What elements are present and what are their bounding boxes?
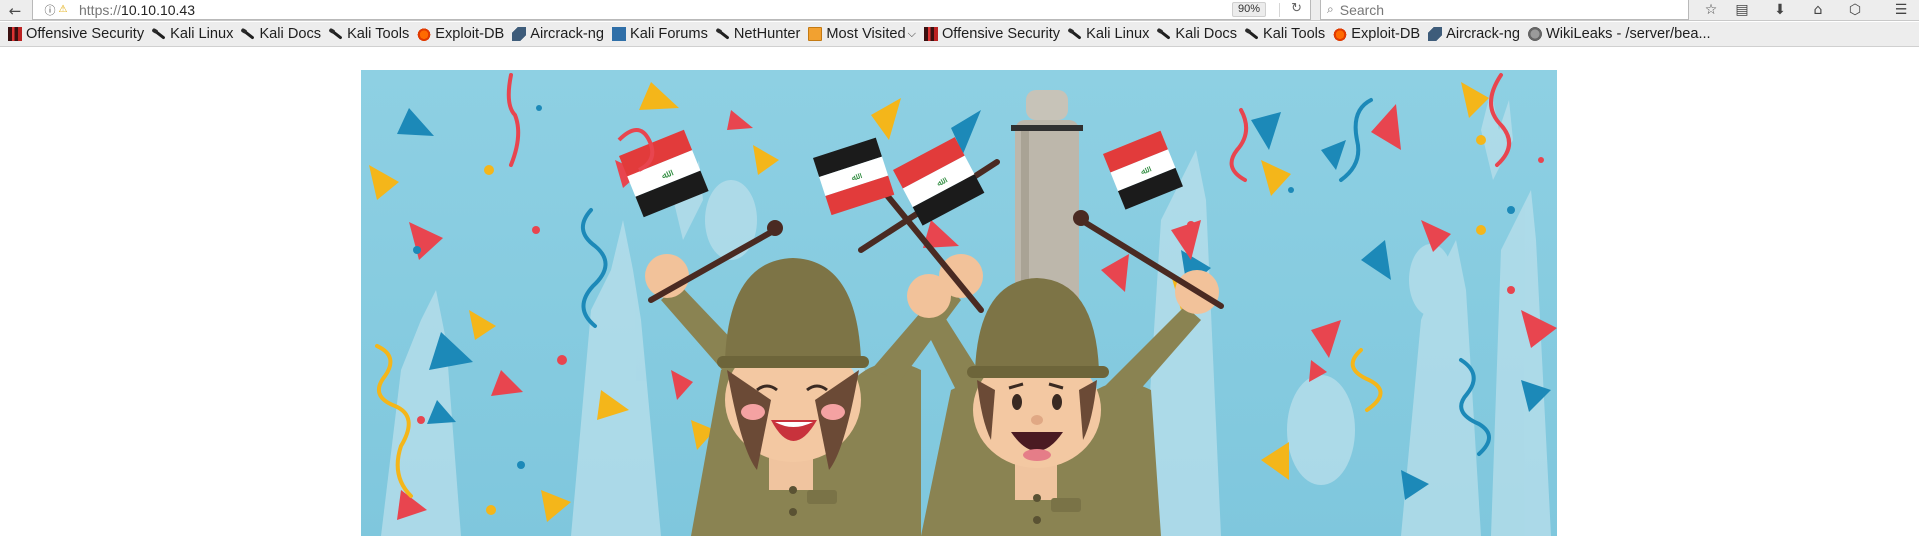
kali-dragon-icon	[1245, 27, 1259, 41]
navigation-toolbar: ← ⓘ ⚠ https://10.10.10.43 90% ↻ ⌕ ☆ ▤ ⬇ …	[0, 0, 1919, 21]
bookmark-kali-docs[interactable]: Kali Docs	[239, 23, 323, 45]
bookmark-aircrack-ng[interactable]: Aircrack-ng	[510, 23, 606, 45]
chevron-down-icon: ⌵	[907, 27, 916, 40]
bookmark-aircrack-ng[interactable]: Aircrack-ng	[1426, 23, 1522, 45]
bookmark-exploit-db[interactable]: Exploit-DB	[1331, 23, 1422, 45]
bookmark-kali-forums[interactable]: Kali Forums	[610, 23, 710, 45]
kali-dragon-icon	[152, 27, 166, 41]
bookmark-label: Exploit-DB	[1351, 26, 1421, 42]
bookmark-label: Kali Linux	[1086, 26, 1150, 42]
bookmark-folder-most-visited[interactable]: Most Visited ⌵	[806, 23, 918, 45]
url-scheme: https://	[79, 1, 122, 18]
back-arrow-icon: ←	[8, 1, 22, 20]
search-bar[interactable]: ⌕	[1320, 0, 1689, 20]
bookmark-label: Kali Docs	[259, 26, 322, 42]
bookmark-label: Kali Docs	[1175, 26, 1238, 42]
folder-icon	[808, 27, 823, 41]
bookmark-label: Offensive Security	[26, 26, 145, 42]
bookmark-label: NetHunter	[733, 26, 801, 42]
info-icon: ⓘ	[44, 3, 56, 17]
search-icon: ⌕	[1327, 2, 1334, 16]
insecure-lock-icon: ⚠	[58, 4, 68, 15]
illustration-svg: ﷲ ﷲ ﷲ ﷲ	[369, 73, 1557, 536]
pocket-icon[interactable]: ⬡	[1840, 0, 1870, 20]
bookmark-label: Kali Tools	[347, 26, 410, 42]
url-host: 10.10.10.43	[121, 1, 195, 18]
kali-dragon-icon	[329, 27, 343, 41]
kali-dragon-icon	[1068, 27, 1082, 41]
kali-dragon-icon	[716, 27, 730, 41]
bookmark-kali-linux[interactable]: Kali Linux	[150, 23, 235, 45]
aircrack-icon	[512, 27, 527, 41]
bookmark-nethunter[interactable]: NetHunter	[714, 23, 803, 45]
bookmark-kali-tools[interactable]: Kali Tools	[1243, 23, 1327, 45]
star-icon[interactable]: ☆	[1696, 0, 1726, 20]
bookmark-label: Most Visited	[826, 26, 906, 42]
url-bar[interactable]: ⓘ ⚠ https://10.10.10.43 90% ↻	[32, 0, 1311, 20]
exploit-db-icon	[1333, 27, 1348, 41]
bookmarks-toolbar: Offensive Security Kali Linux Kali Docs …	[0, 22, 1919, 47]
url-divider	[1279, 3, 1280, 17]
hamburger-menu-icon[interactable]: ☰	[1886, 0, 1916, 20]
search-input[interactable]	[1339, 1, 1660, 18]
site-identity-button[interactable]: ⓘ ⚠	[33, 2, 79, 18]
bookmark-kali-tools[interactable]: Kali Tools	[327, 23, 411, 45]
bookmark-label: Offensive Security	[941, 26, 1061, 42]
bookmark-label: Exploit-DB	[435, 26, 505, 42]
zoom-indicator[interactable]: 90%	[1231, 2, 1266, 17]
reload-icon[interactable]: ↻	[1291, 1, 1302, 16]
back-button[interactable]: ←	[2, 0, 28, 21]
exploit-db-icon	[417, 27, 432, 41]
bookmark-kali-linux[interactable]: Kali Linux	[1066, 23, 1151, 45]
bookmark-wikileaks[interactable]: WikiLeaks - /server/bea...	[1526, 23, 1713, 45]
aircrack-icon	[1428, 27, 1443, 41]
clipboard-icon[interactable]: ▤	[1727, 0, 1757, 20]
kali-dragon-icon	[241, 27, 255, 41]
bookmark-exploit-db[interactable]: Exploit-DB	[415, 23, 506, 45]
wikileaks-icon	[1527, 27, 1542, 41]
download-icon[interactable]: ⬇	[1765, 0, 1795, 20]
url-text[interactable]: https://10.10.10.43	[79, 2, 195, 18]
offensive-security-icon	[923, 27, 938, 41]
bookmark-offensive-security[interactable]: Offensive Security	[922, 23, 1062, 45]
bookmark-label: Kali Forums	[630, 26, 708, 42]
home-icon[interactable]: ⌂	[1803, 0, 1833, 20]
bookmark-kali-docs[interactable]: Kali Docs	[1155, 23, 1239, 45]
bookmark-label: Aircrack-ng	[1446, 26, 1520, 42]
bookmark-offensive-security[interactable]: Offensive Security	[6, 23, 146, 45]
bookmark-label: Aircrack-ng	[530, 26, 605, 42]
kali-dragon-icon	[1157, 27, 1171, 41]
kali-forums-icon	[612, 27, 627, 41]
bookmark-label: WikiLeaks - /server/bea...	[1545, 26, 1711, 42]
offensive-security-icon	[8, 27, 22, 41]
bookmark-label: Kali Linux	[170, 26, 234, 42]
celebration-image: ﷲ ﷲ ﷲ ﷲ	[361, 70, 1557, 536]
bookmark-label: Kali Tools	[1263, 26, 1326, 42]
